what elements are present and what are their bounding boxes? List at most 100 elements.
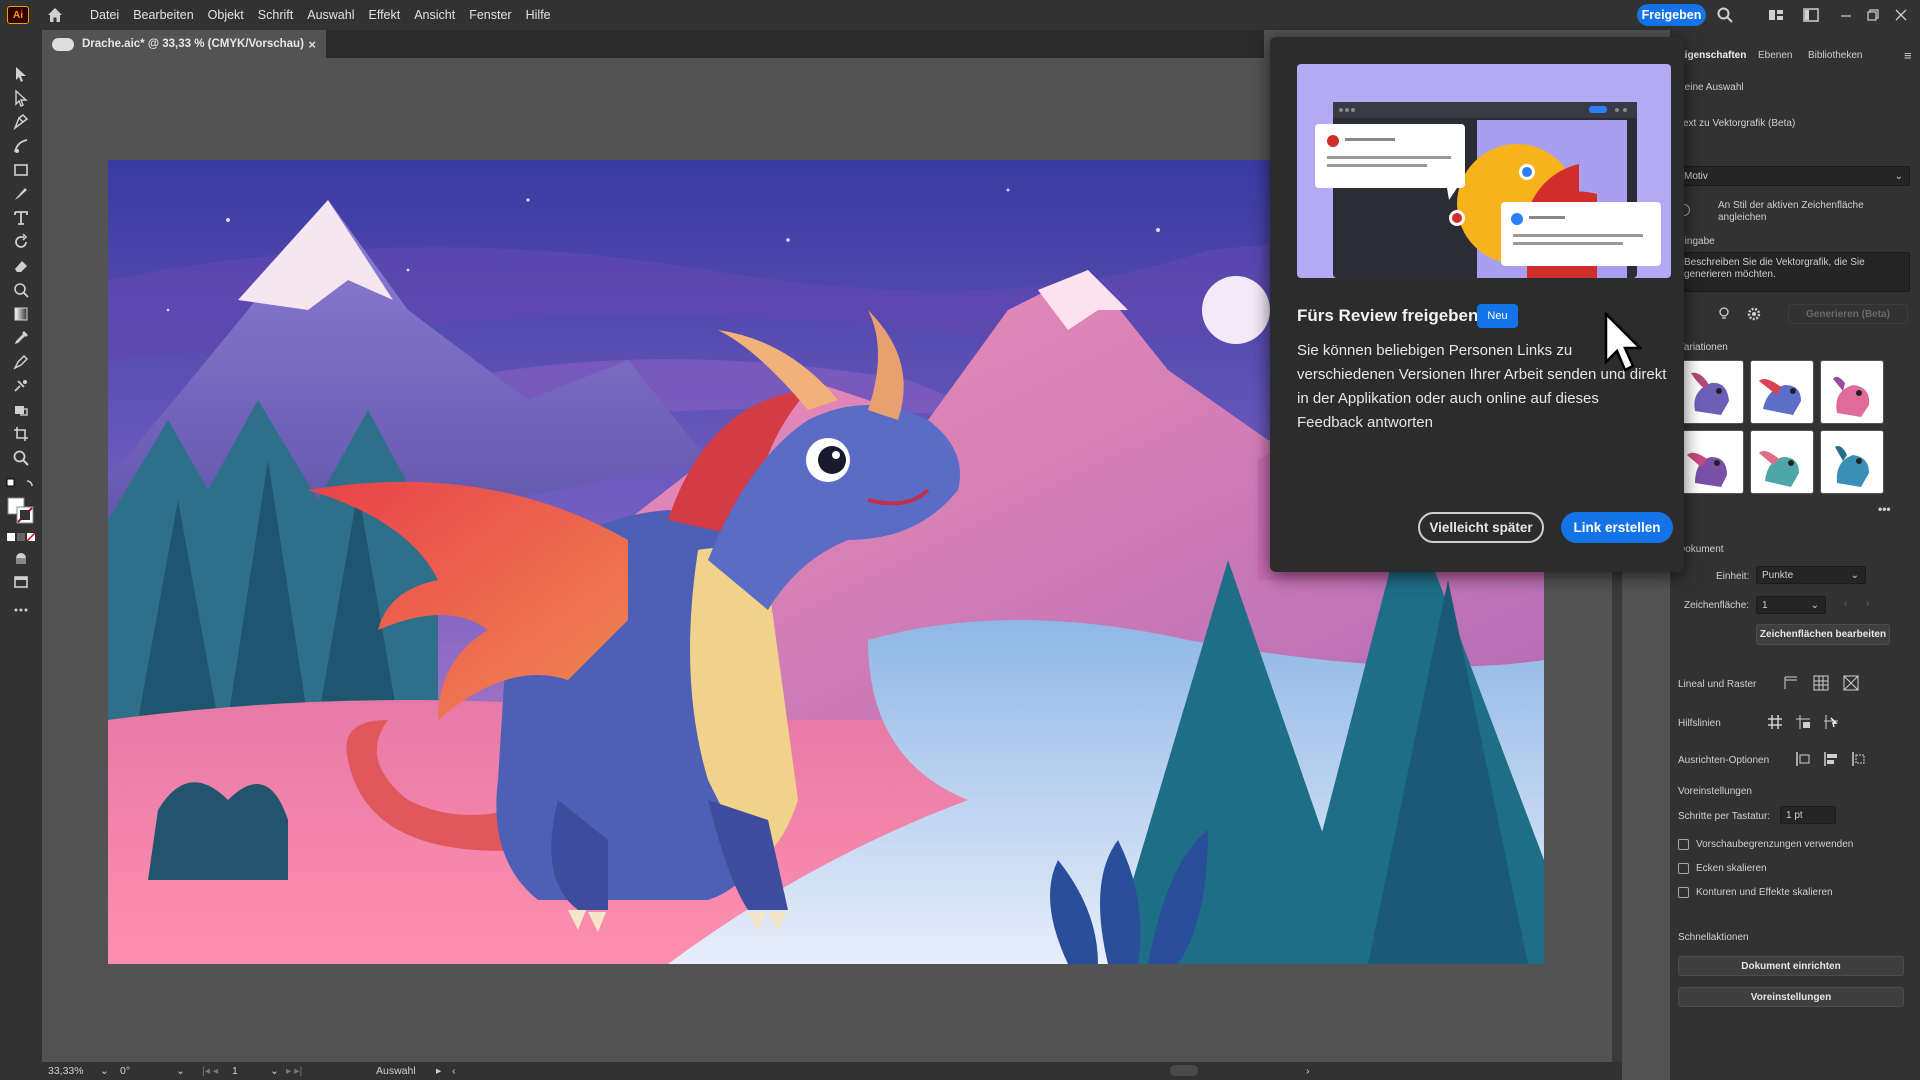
show-guides-icon[interactable] — [1766, 713, 1784, 731]
zoom-tool-icon[interactable] — [10, 448, 32, 468]
rotate-tool-icon[interactable] — [10, 232, 32, 252]
align-to-selection-icon[interactable] — [1794, 750, 1812, 768]
paintbrush-tool-icon[interactable] — [10, 184, 32, 204]
rotation-value[interactable]: 0° — [120, 1065, 130, 1077]
artboard-number[interactable]: 1 — [232, 1065, 238, 1077]
restore-icon[interactable] — [1864, 6, 1882, 24]
maybe-later-button[interactable]: Vielleicht später — [1418, 512, 1544, 543]
arrange-documents-icon[interactable] — [1767, 6, 1785, 24]
align-to-artboard-icon[interactable] — [1850, 750, 1868, 768]
lock-guides-icon[interactable] — [1794, 713, 1812, 731]
scroll-left-icon[interactable]: ‹ — [452, 1065, 456, 1077]
first-artboard-icon[interactable]: |◂ ◂ — [202, 1065, 218, 1077]
keyboard-increment-value: 1 pt — [1786, 809, 1803, 821]
preferences-button[interactable]: Voreinstellungen — [1678, 987, 1904, 1007]
tab-eigenschaften[interactable]: Eigenschaften — [1678, 50, 1746, 61]
status-bar: 33,33% ⌄ 0° ⌄ |◂ ◂ 1 ⌄ ▸ ▸| Auswahl ▸ ‹ … — [42, 1062, 1622, 1080]
scroll-right-icon[interactable]: › — [1306, 1065, 1310, 1077]
next-artboard-icon[interactable]: › — [1866, 598, 1869, 609]
direct-selection-tool-icon[interactable] — [10, 88, 32, 108]
preview-bounds-checkbox[interactable] — [1678, 839, 1689, 850]
fill-stroke-swatch[interactable] — [6, 496, 36, 526]
symbol-sprayer-tool-icon[interactable] — [10, 376, 32, 396]
lightbulb-icon[interactable] — [1716, 306, 1732, 322]
menu-bar: Ai Datei Bearbeiten Objekt Schrift Auswa… — [0, 0, 1920, 30]
menu-auswahl[interactable]: Auswahl — [300, 8, 361, 22]
eyedropper-tool-icon[interactable] — [10, 328, 32, 348]
smart-guides-icon[interactable] — [1822, 713, 1840, 731]
menu-fenster[interactable]: Fenster — [462, 8, 518, 22]
panel-menu-icon[interactable]: ≡ — [1904, 48, 1912, 63]
generate-button[interactable]: Generieren (Beta) — [1788, 304, 1908, 324]
artboard-select[interactable]: 1 ⌄ — [1756, 596, 1826, 614]
selection-state-label: Keine Auswahl — [1678, 82, 1744, 93]
menu-effekt[interactable]: Effekt — [361, 8, 407, 22]
create-link-button[interactable]: Link erstellen — [1561, 512, 1673, 543]
artboard-dropdown-icon[interactable]: ⌄ — [270, 1065, 279, 1077]
blend-tool-icon[interactable] — [10, 352, 32, 372]
more-options-icon[interactable]: ••• — [1878, 502, 1891, 516]
curvature-tool-icon[interactable] — [10, 136, 32, 156]
menu-schrift[interactable]: Schrift — [251, 8, 300, 22]
scale-corners-checkbox[interactable] — [1678, 863, 1689, 874]
rectangle-tool-icon[interactable] — [10, 160, 32, 180]
variation-thumbnail-2[interactable] — [1750, 360, 1814, 424]
screen-mode-icon[interactable] — [10, 572, 32, 592]
pen-tool-icon[interactable] — [10, 112, 32, 132]
transparency-grid-icon[interactable] — [1842, 674, 1860, 692]
live-paint-tool-icon[interactable] — [10, 400, 32, 420]
keyboard-increment-input[interactable]: 1 pt — [1780, 806, 1836, 824]
scale-strokes-checkbox[interactable] — [1678, 887, 1689, 898]
menu-ansicht[interactable]: Ansicht — [407, 8, 462, 22]
menu-bearbeiten[interactable]: Bearbeiten — [126, 8, 200, 22]
rotation-dropdown-icon[interactable]: ⌄ — [176, 1065, 185, 1077]
previous-artboard-icon[interactable]: ‹ — [1844, 598, 1847, 609]
status-menu-arrow-icon[interactable]: ▸ — [436, 1065, 441, 1077]
close-tab-icon[interactable]: × — [308, 37, 316, 52]
edit-toolbar-more-icon[interactable] — [10, 600, 32, 620]
gradient-tool-icon[interactable] — [10, 304, 32, 324]
unit-select-value: Punkte — [1762, 569, 1794, 581]
minimize-icon[interactable] — [1837, 6, 1855, 24]
workspace-icon[interactable] — [1802, 6, 1820, 24]
home-icon[interactable] — [45, 5, 65, 25]
type-select[interactable]: Motiv ⌄ — [1678, 166, 1910, 186]
tab-bibliotheken[interactable]: Bibliotheken — [1808, 50, 1862, 61]
properties-panel: Eigenschaften Ebenen Bibliotheken ≡ Kein… — [1670, 30, 1920, 1080]
unit-label: Einheit: — [1716, 571, 1750, 582]
share-for-review-popup: Fürs Review freigeben Neu Sie können bel… — [1270, 37, 1684, 572]
share-button[interactable]: Freigeben — [1637, 4, 1706, 26]
type-tool-icon[interactable] — [10, 208, 32, 228]
horizontal-scrollbar-thumb[interactable] — [1170, 1065, 1198, 1076]
variation-thumbnail-3[interactable] — [1820, 360, 1884, 424]
settings-gear-icon[interactable] — [1746, 306, 1762, 322]
menu-datei[interactable]: Datei — [83, 8, 126, 22]
shape-builder-tool-icon[interactable] — [10, 280, 32, 300]
variation-thumbnail-1[interactable] — [1680, 360, 1744, 424]
match-style-label: An Stil der aktiven Zeichenfläche anglei… — [1718, 200, 1864, 223]
variation-thumbnail-4[interactable] — [1680, 430, 1744, 494]
draw-mode-icon[interactable] — [10, 548, 32, 568]
grid-icon[interactable] — [1812, 674, 1830, 692]
search-icon[interactable] — [1716, 6, 1734, 24]
menu-objekt[interactable]: Objekt — [201, 8, 251, 22]
variation-thumbnail-5[interactable] — [1750, 430, 1814, 494]
edit-artboards-button[interactable]: Zeichenflächen bearbeiten — [1756, 624, 1890, 645]
artboard-tool-icon[interactable] — [10, 424, 32, 444]
last-artboard-icon[interactable]: ▸ ▸| — [286, 1065, 302, 1077]
document-tab[interactable]: Drache.aic* @ 33,33 % (CMYK/Vorschau) × — [42, 30, 326, 58]
zoom-dropdown-icon[interactable]: ⌄ — [100, 1065, 109, 1077]
eraser-tool-icon[interactable] — [10, 256, 32, 276]
selection-tool-icon[interactable] — [10, 64, 32, 84]
align-to-key-object-icon[interactable] — [1822, 750, 1840, 768]
ruler-icon[interactable] — [1782, 674, 1800, 692]
prompt-input[interactable]: Beschreiben Sie die Vektorgrafik, die Si… — [1678, 252, 1910, 292]
zoom-level[interactable]: 33,33% — [48, 1065, 84, 1077]
tab-ebenen[interactable]: Ebenen — [1758, 50, 1792, 61]
close-window-icon[interactable] — [1892, 6, 1910, 24]
document-setup-button[interactable]: Dokument einrichten — [1678, 956, 1904, 976]
variation-thumbnail-6[interactable] — [1820, 430, 1884, 494]
menu-hilfe[interactable]: Hilfe — [519, 8, 558, 22]
unit-select[interactable]: Punkte ⌄ — [1756, 566, 1866, 584]
color-mode-icons[interactable] — [6, 530, 36, 542]
